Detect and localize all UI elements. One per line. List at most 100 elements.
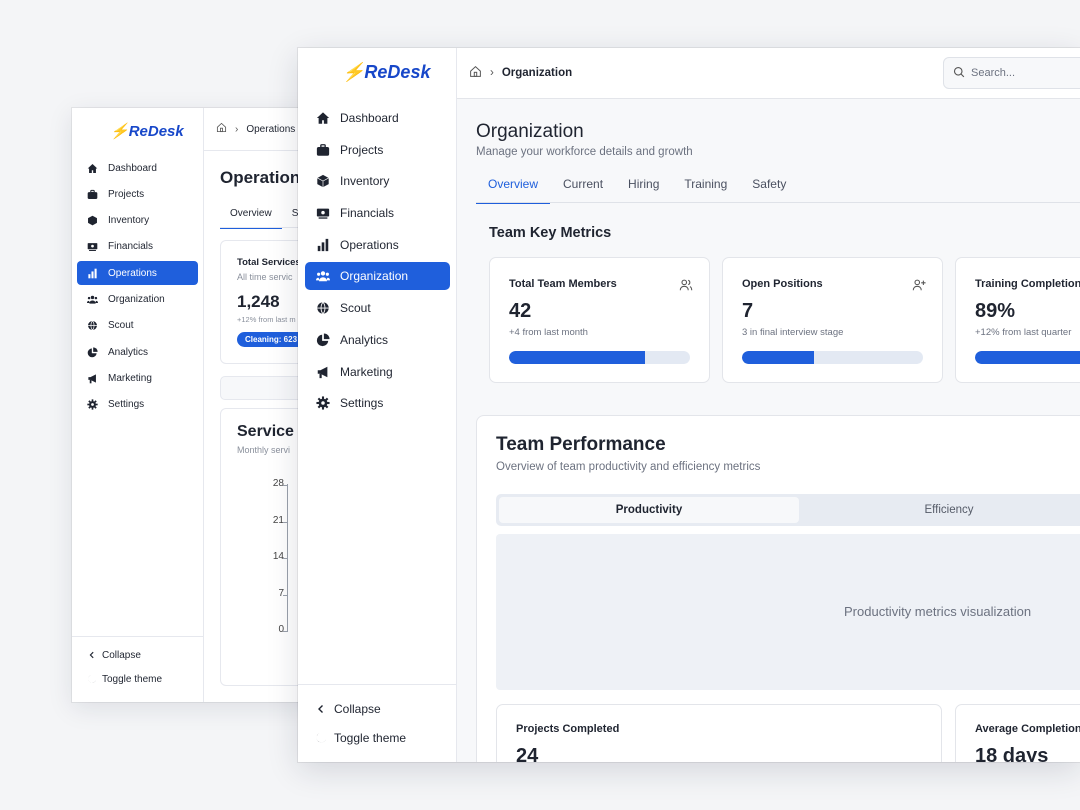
sidebar-item-label: Analytics [340, 332, 389, 347]
briefcase-icon [86, 188, 98, 200]
sidebar-item-financials[interactable]: Financials [305, 199, 450, 227]
metric-label: Open Positions [742, 278, 823, 290]
tab-training[interactable]: Training [672, 171, 739, 204]
sidebar-item-operations[interactable]: Operations [77, 261, 198, 286]
sidebar-item-label: Projects [108, 188, 145, 200]
sidebar-item-label: Scout [340, 301, 371, 316]
chevron-left-icon [86, 651, 98, 659]
gear-icon [86, 399, 98, 411]
sidebar-item-organization[interactable]: Organization [77, 287, 198, 311]
brand-logo[interactable]: ⚡ReDesk [110, 122, 184, 140]
megaphone-icon [86, 372, 98, 384]
sidebar-item-scout[interactable]: Scout [77, 314, 198, 338]
home-icon[interactable] [216, 122, 227, 136]
gear-icon [315, 396, 330, 411]
search-icon [953, 66, 965, 81]
bar-chart-icon [315, 237, 330, 252]
users-icon [86, 293, 98, 305]
metric-label: Total Team Members [509, 278, 617, 290]
chevron-left-icon [314, 704, 328, 714]
box-icon [315, 174, 330, 189]
sidebar: ⚡ReDesk Dashboard Projects Inventory Fin… [72, 108, 204, 702]
projects-completed-card: Projects Completed 24 [496, 704, 942, 762]
sidebar-item-label: Marketing [340, 364, 393, 379]
progress-bar [742, 351, 923, 364]
sidebar-item-label: Marketing [108, 372, 152, 384]
toggle-theme-label: Toggle theme [102, 673, 163, 685]
progress-bar [509, 351, 690, 364]
sidebar-item-label: Organization [340, 269, 409, 284]
metric-value: 7 [742, 300, 754, 322]
y-tick-label: 14 [272, 551, 284, 562]
sidebar-footer: Collapse Toggle theme [72, 636, 203, 702]
tab-overview[interactable]: Overview [220, 204, 282, 229]
progress-fill [509, 351, 645, 364]
segmented-control: Productivity Efficiency [496, 494, 1080, 526]
tab-divider [476, 202, 1080, 203]
banknote-icon [86, 241, 98, 253]
sidebar-item-projects[interactable]: Projects [305, 136, 450, 164]
sidebar-item-marketing[interactable]: Marketing [77, 366, 198, 390]
segment-efficiency[interactable]: Efficiency [799, 497, 1080, 523]
tab-current[interactable]: Current [551, 171, 615, 204]
sidebar-item-analytics[interactable]: Analytics [305, 326, 450, 354]
collapse-button[interactable]: Collapse [72, 643, 203, 667]
sidebar-item-label: Financials [340, 206, 395, 221]
search-placeholder: Search... [971, 67, 1016, 79]
banknote-icon [315, 206, 330, 221]
sidebar-item-inventory[interactable]: Inventory [305, 167, 450, 195]
brand-logo[interactable]: ⚡ReDesk [342, 62, 430, 83]
search-input[interactable]: Search... [943, 57, 1080, 89]
breadcrumb-current: Organization [501, 67, 573, 79]
sidebar-item-label: Dashboard [108, 162, 157, 174]
chevron-right-icon: › [235, 123, 239, 135]
sidebar-item-analytics[interactable]: Analytics [77, 340, 198, 364]
sidebar-item-label: Scout [108, 320, 134, 332]
home-icon[interactable] [469, 65, 482, 81]
collapse-button[interactable]: Collapse [298, 695, 456, 723]
sidebar-item-operations[interactable]: Operations [305, 231, 450, 259]
sidebar-item-dashboard[interactable]: Dashboard [305, 104, 450, 132]
sidebar: ⚡ReDesk Dashboard Projects Inventory Fin… [298, 48, 457, 762]
toggle-theme-label: Toggle theme [334, 731, 407, 745]
y-tick-mark [283, 485, 288, 486]
briefcase-icon [315, 142, 330, 157]
pie-chart-icon [86, 346, 98, 358]
tab-bar: Overview S [220, 204, 308, 229]
tab-hiring[interactable]: Hiring [616, 171, 671, 204]
sidebar-item-projects[interactable]: Projects [77, 182, 198, 206]
sidebar-item-organization[interactable]: Organization [305, 262, 450, 291]
sidebar-item-scout[interactable]: Scout [305, 294, 450, 322]
sidebar-item-label: Inventory [108, 215, 150, 227]
sidebar-footer: Collapse Toggle theme [298, 684, 456, 762]
metric-delta: 3 in final interview stage [742, 327, 844, 338]
toggle-theme-button[interactable]: Toggle theme [72, 667, 203, 691]
chevron-right-icon: › [490, 67, 494, 79]
sidebar-item-settings[interactable]: Settings [77, 393, 198, 417]
users-icon [679, 278, 693, 292]
sidebar-item-financials[interactable]: Financials [77, 235, 198, 259]
y-tick-mark [283, 631, 288, 632]
sidebar-item-label: Operations [340, 237, 399, 252]
segment-productivity[interactable]: Productivity [499, 497, 799, 523]
chart-placeholder: Productivity metrics visualization [496, 534, 1080, 690]
tab-safety[interactable]: Safety [740, 171, 798, 204]
sidebar-item-marketing[interactable]: Marketing [305, 358, 450, 386]
home-icon [315, 111, 330, 126]
tab-overview[interactable]: Overview [476, 171, 551, 204]
sidebar-item-settings[interactable]: Settings [305, 389, 450, 417]
bolt-icon: ⚡ [342, 62, 365, 82]
card-subtitle: Overview of team productivity and effici… [496, 461, 761, 473]
collapse-label: Collapse [334, 702, 381, 716]
sidebar-item-label: Settings [340, 396, 384, 411]
sidebar-item-dashboard[interactable]: Dashboard [77, 156, 198, 180]
moon-icon [86, 674, 98, 684]
user-plus-icon [912, 278, 926, 292]
y-tick-label: 0 [278, 624, 284, 635]
pie-chart-icon [315, 332, 330, 347]
status-badge: Cleaning: 623 [237, 332, 306, 347]
toggle-theme-button[interactable]: Toggle theme [298, 724, 456, 752]
sidebar-item-label: Analytics [108, 346, 149, 358]
y-tick-mark [283, 558, 288, 559]
sidebar-item-inventory[interactable]: Inventory [77, 209, 198, 233]
